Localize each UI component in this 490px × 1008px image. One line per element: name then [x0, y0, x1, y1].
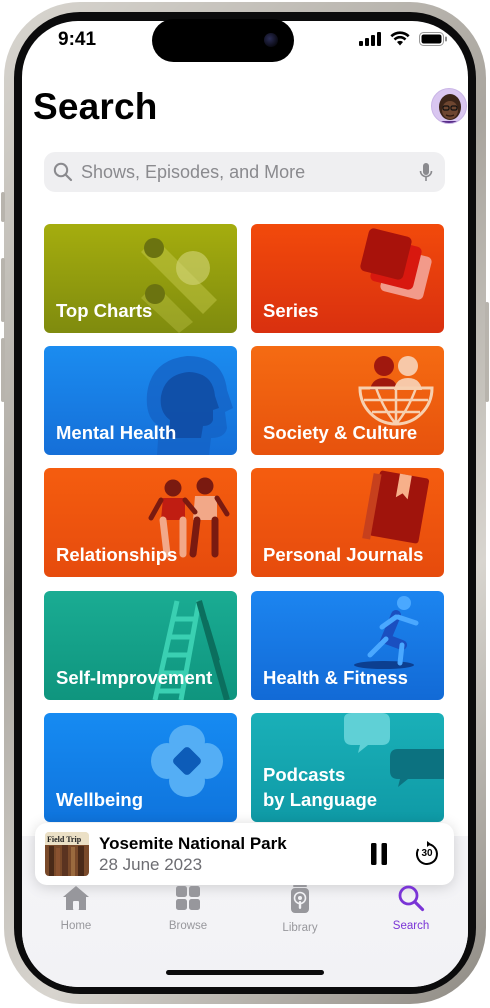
category-label: Health & Fitness	[263, 666, 408, 688]
battery-icon	[419, 31, 447, 46]
episode-artwork: Field Trip	[45, 832, 89, 876]
skip-forward-button[interactable]: 30	[414, 841, 440, 867]
search-input[interactable]: Shows, Episodes, and More	[44, 152, 445, 192]
avatar[interactable]	[431, 88, 467, 124]
tab-library[interactable]: Library	[255, 884, 345, 934]
category-tile-society-culture[interactable]: Society & Culture	[251, 346, 444, 455]
home-icon	[63, 886, 89, 910]
skip-seconds: 30	[421, 848, 433, 859]
search-icon	[398, 885, 425, 912]
pause-icon[interactable]	[370, 842, 388, 866]
category-label: Society & Culture	[263, 421, 418, 443]
mini-player[interactable]: Field Trip Yosemite National Park 28 Jun…	[35, 823, 454, 885]
category-label: Series	[263, 299, 319, 321]
category-label: Mental Health	[56, 421, 177, 443]
wifi-icon	[390, 31, 410, 46]
home-indicator[interactable]	[166, 970, 324, 975]
category-tile-self-improvement[interactable]: Self-Improvement	[44, 591, 237, 700]
volume-down-button	[1, 338, 5, 402]
category-label: Wellbeing	[56, 788, 144, 810]
dynamic-island	[152, 19, 294, 62]
microphone-icon[interactable]	[419, 162, 433, 183]
category-tile-personal-journals[interactable]: Personal Journals	[251, 468, 444, 577]
status-icons	[359, 31, 448, 46]
now-playing-title: Yosemite National Park	[99, 834, 287, 853]
browse-grid-icon	[176, 886, 200, 910]
search-icon	[53, 162, 73, 182]
volume-up-button	[1, 258, 5, 322]
category-tile-top-charts[interactable]: Top Charts	[44, 224, 237, 333]
cover-title: Field Trip	[47, 835, 82, 844]
cellular-signal-icon	[359, 31, 381, 46]
category-label: Self-Improvement	[56, 666, 213, 688]
tab-browse[interactable]: Browse	[143, 884, 233, 932]
side-power-button	[485, 302, 489, 402]
flower-art	[151, 725, 223, 797]
category-label: Top Charts	[56, 299, 153, 321]
stacked-squares-art	[360, 228, 432, 300]
tab-label: Browse	[168, 920, 208, 932]
category-tile-mental-health[interactable]: Mental Health	[44, 346, 237, 455]
tab-label: Home	[60, 920, 92, 932]
action-button	[1, 192, 5, 222]
front-camera	[264, 33, 278, 47]
category-tile-health-fitness[interactable]: Health & Fitness	[251, 591, 444, 700]
tab-label: Search	[392, 920, 430, 932]
category-tile-wellbeing[interactable]: Wellbeing	[44, 713, 237, 822]
category-label: Personal Journals	[263, 543, 424, 565]
category-tile-series[interactable]: Series	[251, 224, 444, 333]
category-tile-podcasts-by-language[interactable]: Podcasts by Language	[251, 713, 444, 822]
search-placeholder: Shows, Episodes, and More	[81, 161, 306, 182]
now-playing-date: 28 June 2023	[99, 855, 203, 874]
tab-label: Library	[282, 922, 318, 934]
tab-search[interactable]: Search	[366, 884, 456, 932]
library-podcast-icon	[291, 885, 309, 913]
tab-home[interactable]: Home	[31, 884, 121, 932]
status-time: 9:41	[58, 29, 97, 50]
category-label: Relationships	[56, 543, 178, 565]
category-tile-relationships[interactable]: Relationships	[44, 468, 237, 577]
page-title: Search	[33, 86, 158, 127]
category-label: Podcasts by Language	[263, 763, 378, 810]
